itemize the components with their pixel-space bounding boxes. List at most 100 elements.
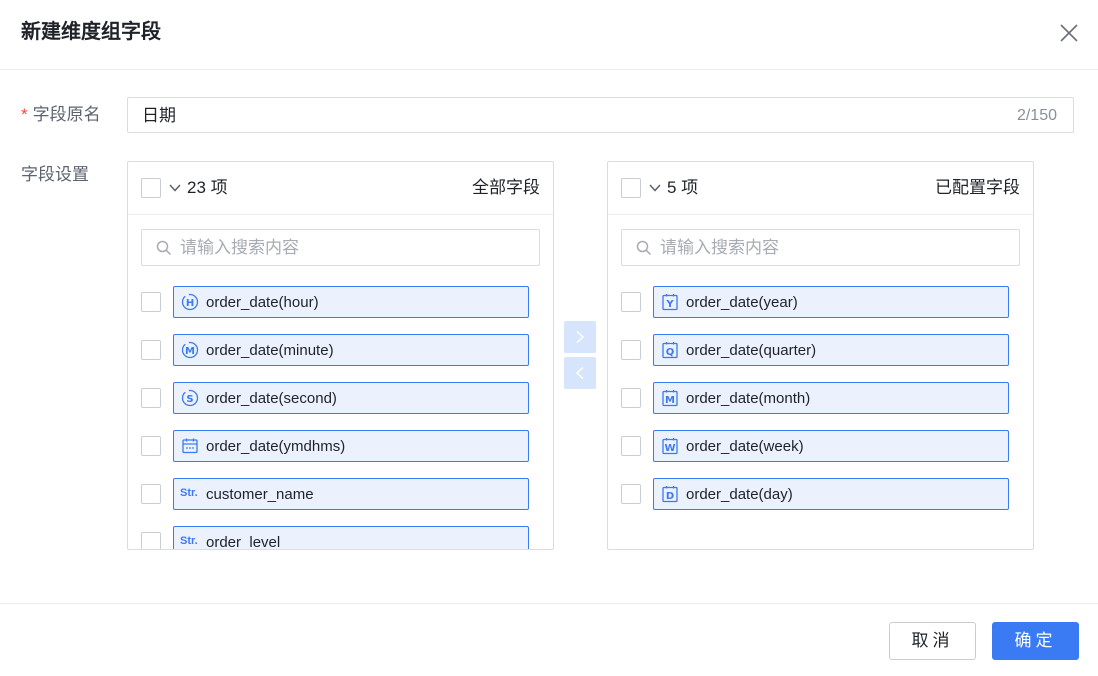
item-checkbox[interactable] (621, 436, 641, 456)
hour-icon: H (181, 293, 199, 311)
panel-title: 全部字段 (472, 178, 540, 197)
field-chip[interactable]: M order_date(month) (653, 382, 1009, 414)
field-name-input[interactable]: 日期 2/150 (127, 97, 1074, 133)
panel-title: 已配置字段 (935, 178, 1020, 197)
select-all-checkbox[interactable] (621, 178, 641, 198)
list-item[interactable]: Str. order_level (128, 526, 553, 550)
field-chip[interactable]: Str. order_level (173, 526, 529, 550)
item-checkbox[interactable] (621, 484, 641, 504)
string-type-icon: Str. (180, 487, 198, 499)
search-placeholder: 请输入搜索内容 (660, 238, 779, 257)
item-checkbox[interactable] (621, 340, 641, 360)
field-label: order_date(ymdhms) (206, 438, 346, 455)
svg-text:Y: Y (665, 299, 674, 310)
svg-text:S: S (186, 394, 193, 405)
new-dimension-group-dialog: 新建维度组字段 * 字段原名 日期 2/150 字段设置 23 项 全部字段 请输… (0, 0, 1098, 676)
string-type-icon: Str. (180, 535, 198, 547)
minute-icon: M (181, 341, 199, 359)
dialog-header: 新建维度组字段 (0, 0, 1098, 70)
close-icon (1060, 24, 1078, 42)
item-checkbox[interactable] (621, 388, 641, 408)
search-placeholder: 请输入搜索内容 (180, 238, 299, 257)
list-item[interactable]: Q order_date(quarter) (608, 334, 1033, 366)
field-label: order_date(quarter) (686, 342, 817, 359)
list-item[interactable]: order_date(ymdhms) (128, 430, 553, 462)
field-chip[interactable]: S order_date(second) (173, 382, 529, 414)
list-item[interactable]: S order_date(second) (128, 382, 553, 414)
field-chip[interactable]: Q order_date(quarter) (653, 334, 1009, 366)
search-icon (636, 240, 652, 256)
move-to-left-button[interactable] (564, 357, 596, 389)
field-name-label: * 字段原名 (21, 104, 101, 126)
confirm-button[interactable]: 确定 (992, 622, 1079, 660)
item-count: 23 项 (187, 178, 228, 197)
chevron-right-icon (576, 330, 585, 344)
move-to-right-button[interactable] (564, 321, 596, 353)
list-item[interactable]: Str. customer_name (128, 478, 553, 510)
field-chip[interactable]: D order_date(day) (653, 478, 1009, 510)
list-item[interactable]: M order_date(month) (608, 382, 1033, 414)
svg-text:M: M (665, 395, 675, 406)
chevron-left-icon (575, 366, 584, 380)
field-chip[interactable]: Y order_date(year) (653, 286, 1009, 318)
field-label: order_date(week) (686, 438, 804, 455)
list-item[interactable]: W order_date(week) (608, 430, 1033, 462)
list-item[interactable]: H order_date(hour) (128, 286, 553, 318)
svg-text:D: D (666, 491, 674, 502)
item-checkbox[interactable] (141, 436, 161, 456)
field-chip[interactable]: W order_date(week) (653, 430, 1009, 462)
char-counter: 2/150 (1016, 107, 1057, 124)
close-button[interactable] (1058, 22, 1080, 44)
field-chip[interactable]: H order_date(hour) (173, 286, 529, 318)
dialog-title: 新建维度组字段 (21, 21, 161, 43)
quarter-icon: Q (662, 342, 678, 359)
svg-text:Q: Q (666, 347, 675, 358)
item-checkbox[interactable] (621, 292, 641, 312)
list-item[interactable]: D order_date(day) (608, 478, 1033, 510)
item-checkbox[interactable] (141, 340, 161, 360)
required-mark: * (21, 105, 28, 124)
field-chip[interactable]: M order_date(minute) (173, 334, 529, 366)
search-input[interactable]: 请输入搜索内容 (621, 229, 1020, 266)
svg-text:M: M (185, 346, 195, 357)
field-label: order_date(day) (686, 486, 793, 503)
field-name-label-text: 字段原名 (32, 105, 101, 124)
day-icon: D (662, 486, 678, 503)
item-count: 5 项 (667, 178, 699, 197)
field-label: order_date(month) (686, 390, 811, 407)
dialog-footer: 取消 确定 (0, 603, 1098, 676)
cancel-button[interactable]: 取消 (889, 622, 976, 660)
list-item[interactable]: M order_date(minute) (128, 334, 553, 366)
item-checkbox[interactable] (141, 292, 161, 312)
list-item[interactable]: Y order_date(year) (608, 286, 1033, 318)
svg-text:W: W (664, 443, 675, 454)
field-name-value: 日期 (142, 106, 176, 125)
all-fields-panel-header: 23 项 全部字段 (128, 162, 553, 215)
configured-fields-panel-header: 5 项 已配置字段 (608, 162, 1033, 215)
all-fields-panel: 23 项 全部字段 请输入搜索内容 H order_date(hour) M o… (127, 161, 554, 550)
search-icon (156, 240, 172, 256)
item-checkbox[interactable] (141, 388, 161, 408)
select-all-checkbox[interactable] (141, 178, 161, 198)
chevron-down-icon[interactable] (648, 181, 662, 195)
second-icon: S (181, 389, 199, 407)
year-icon: Y (662, 294, 678, 311)
item-checkbox[interactable] (141, 532, 161, 549)
field-label: order_date(second) (206, 390, 337, 407)
field-label: order_date(year) (686, 294, 798, 311)
field-label: order_date(hour) (206, 294, 319, 311)
configured-fields-panel: 5 项 已配置字段 请输入搜索内容 Y order_date(year) Q o… (607, 161, 1034, 550)
chevron-down-icon[interactable] (168, 181, 182, 195)
field-chip[interactable]: Str. customer_name (173, 478, 529, 510)
week-icon: W (662, 438, 678, 455)
svg-text:H: H (186, 298, 194, 309)
field-label: order_level (206, 534, 281, 550)
item-checkbox[interactable] (141, 484, 161, 504)
calendar-icon (182, 438, 198, 454)
search-input[interactable]: 请输入搜索内容 (141, 229, 540, 266)
field-label: order_date(minute) (206, 342, 334, 359)
month-icon: M (662, 390, 678, 407)
field-chip[interactable]: order_date(ymdhms) (173, 430, 529, 462)
field-settings-label: 字段设置 (21, 165, 89, 184)
field-label: customer_name (206, 486, 314, 503)
